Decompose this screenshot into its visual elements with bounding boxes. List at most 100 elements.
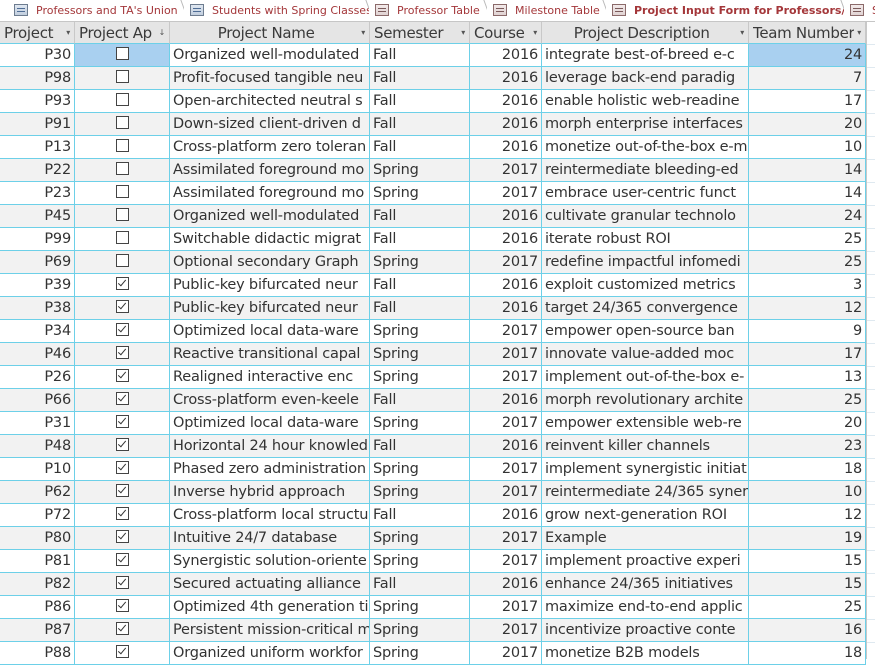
project-id-cell[interactable]: P45	[0, 205, 75, 228]
course-cell[interactable]: 2017	[470, 458, 542, 481]
project-id-cell[interactable]: P48	[0, 435, 75, 458]
checkbox-checked[interactable]	[115, 645, 129, 658]
dropdown-arrow-icon[interactable]: ▾	[857, 28, 861, 37]
semester-cell[interactable]: Fall	[370, 228, 470, 251]
project-approved-cell[interactable]	[75, 113, 170, 136]
course-cell[interactable]: 2016	[470, 113, 542, 136]
project-approved-cell[interactable]	[75, 67, 170, 90]
team-number-cell[interactable]: 17	[749, 90, 866, 113]
project-name-cell[interactable]: Realigned interactive enc	[170, 366, 370, 389]
project-description-cell[interactable]: monetize out-of-the-box e-m	[542, 136, 749, 159]
team-number-cell[interactable]: 14	[749, 159, 866, 182]
project-description-cell[interactable]: implement out-of-the-box e-	[542, 366, 749, 389]
checkbox-unchecked[interactable]	[115, 254, 129, 267]
project-description-cell[interactable]: morph revolutionary archite	[542, 389, 749, 412]
table-row[interactable]: P72 Cross-platform local structu Fall 2016 g…	[0, 504, 866, 527]
project-id-cell[interactable]: P91	[0, 113, 75, 136]
project-name-cell[interactable]: Organized well-modulated	[170, 44, 370, 67]
course-cell[interactable]: 2016	[470, 228, 542, 251]
project-approved-cell[interactable]	[75, 412, 170, 435]
project-description-cell[interactable]: Example	[542, 527, 749, 550]
checkbox-checked[interactable]	[115, 507, 129, 520]
course-cell[interactable]: 2017	[470, 366, 542, 389]
project-name-cell[interactable]: Inverse hybrid approach	[170, 481, 370, 504]
project-id-cell[interactable]: P13	[0, 136, 75, 159]
project-approved-cell[interactable]	[75, 297, 170, 320]
project-approved-cell[interactable]	[75, 550, 170, 573]
semester-cell[interactable]: Spring	[370, 320, 470, 343]
course-cell[interactable]: 2017	[470, 550, 542, 573]
project-name-cell[interactable]: Public-key bifurcated neur	[170, 297, 370, 320]
team-number-cell[interactable]: 15	[749, 550, 866, 573]
project-name-cell[interactable]: Optimized local data-ware	[170, 320, 370, 343]
project-description-cell[interactable]: implement proactive experi	[542, 550, 749, 573]
project-approved-cell[interactable]	[75, 458, 170, 481]
table-row[interactable]: P39 Public-key bifurcated neur Fall 2016 exp…	[0, 274, 866, 297]
table-row[interactable]: P10 Phased zero administration Spring 2017 i…	[0, 458, 866, 481]
project-approved-cell[interactable]	[75, 274, 170, 297]
course-cell[interactable]: 2017	[470, 481, 542, 504]
table-row[interactable]: P23 Assimilated foreground mo Spring 2017 em…	[0, 182, 866, 205]
checkbox-unchecked[interactable]	[115, 231, 129, 244]
project-approved-cell[interactable]	[75, 228, 170, 251]
project-approved-cell[interactable]	[75, 136, 170, 159]
semester-cell[interactable]: Spring	[370, 343, 470, 366]
table-row[interactable]: P81 Synergistic solution-oriente Spring 201…	[0, 550, 866, 573]
project-id-cell[interactable]: P39	[0, 274, 75, 297]
project-id-cell[interactable]: P72	[0, 504, 75, 527]
semester-cell[interactable]: Spring	[370, 527, 470, 550]
project-description-cell[interactable]: reintermediate 24/365 syner	[542, 481, 749, 504]
semester-cell[interactable]: Spring	[370, 366, 470, 389]
checkbox-unchecked[interactable]	[115, 208, 129, 221]
project-description-cell[interactable]: leverage back-end paradig	[542, 67, 749, 90]
table-row[interactable]: P82 Secured actuating alliance Fall 2016 enh…	[0, 573, 866, 596]
project-description-cell[interactable]: innovate value-added moc	[542, 343, 749, 366]
project-description-cell[interactable]: integrate best-of-breed e-c	[542, 44, 749, 67]
project-description-cell[interactable]: incentivize proactive conte	[542, 619, 749, 642]
project-id-cell[interactable]: P88	[0, 642, 75, 665]
semester-cell[interactable]: Fall	[370, 435, 470, 458]
course-cell[interactable]: 2017	[470, 527, 542, 550]
checkbox-unchecked[interactable]	[115, 139, 129, 152]
checkbox-unchecked[interactable]	[115, 162, 129, 175]
table-row[interactable]: P80 Intuitive 24/7 database Spring 2017 Exam…	[0, 527, 866, 550]
tab-students-with-spring-classes[interactable]: Students with Spring Classes	[184, 0, 374, 20]
project-id-cell[interactable]: P87	[0, 619, 75, 642]
project-description-cell[interactable]: enable holistic web-readine	[542, 90, 749, 113]
project-name-cell[interactable]: Optional secondary Graph	[170, 251, 370, 274]
semester-cell[interactable]: Fall	[370, 274, 470, 297]
dropdown-arrow-icon[interactable]: ▾	[740, 28, 744, 37]
table-row[interactable]: P91 Down-sized client-driven d Fall 2016 mor…	[0, 113, 866, 136]
project-name-cell[interactable]: Organized uniform workfor	[170, 642, 370, 665]
table-row[interactable]: P99 Switchable didactic migrat Fall 2016 ite…	[0, 228, 866, 251]
course-cell[interactable]: 2016	[470, 297, 542, 320]
project-id-cell[interactable]: P26	[0, 366, 75, 389]
project-approved-cell[interactable]	[75, 205, 170, 228]
checkbox-unchecked[interactable]	[115, 93, 129, 106]
course-cell[interactable]: 2016	[470, 274, 542, 297]
team-number-cell[interactable]: 25	[749, 596, 866, 619]
team-number-cell[interactable]: 19	[749, 527, 866, 550]
project-name-cell[interactable]: Assimilated foreground mo	[170, 159, 370, 182]
table-row[interactable]: P69 Optional secondary Graph Spring 2017 red…	[0, 251, 866, 274]
team-number-cell[interactable]: 25	[749, 389, 866, 412]
project-description-cell[interactable]: maximize end-to-end applic	[542, 596, 749, 619]
table-row[interactable]: P87 Persistent mission-critical m Spring 20…	[0, 619, 866, 642]
team-number-cell[interactable]: 13	[749, 366, 866, 389]
project-id-cell[interactable]: P81	[0, 550, 75, 573]
project-description-cell[interactable]: reinvent killer channels	[542, 435, 749, 458]
column-header-team-number[interactable]: Team Number ▾	[749, 22, 866, 44]
semester-cell[interactable]: Fall	[370, 205, 470, 228]
tab-project-input-form[interactable]: Project Input Form for Professors/TA's	[606, 0, 871, 20]
semester-cell[interactable]: Spring	[370, 642, 470, 665]
checkbox-checked[interactable]	[115, 622, 129, 635]
course-cell[interactable]: 2016	[470, 67, 542, 90]
semester-cell[interactable]: Spring	[370, 159, 470, 182]
semester-cell[interactable]: Spring	[370, 619, 470, 642]
checkbox-unchecked[interactable]	[115, 70, 129, 83]
semester-cell[interactable]: Spring	[370, 412, 470, 435]
project-approved-cell[interactable]	[75, 389, 170, 412]
project-id-cell[interactable]: P10	[0, 458, 75, 481]
project-name-cell[interactable]: Cross-platform local structu	[170, 504, 370, 527]
team-number-cell[interactable]: 18	[749, 458, 866, 481]
